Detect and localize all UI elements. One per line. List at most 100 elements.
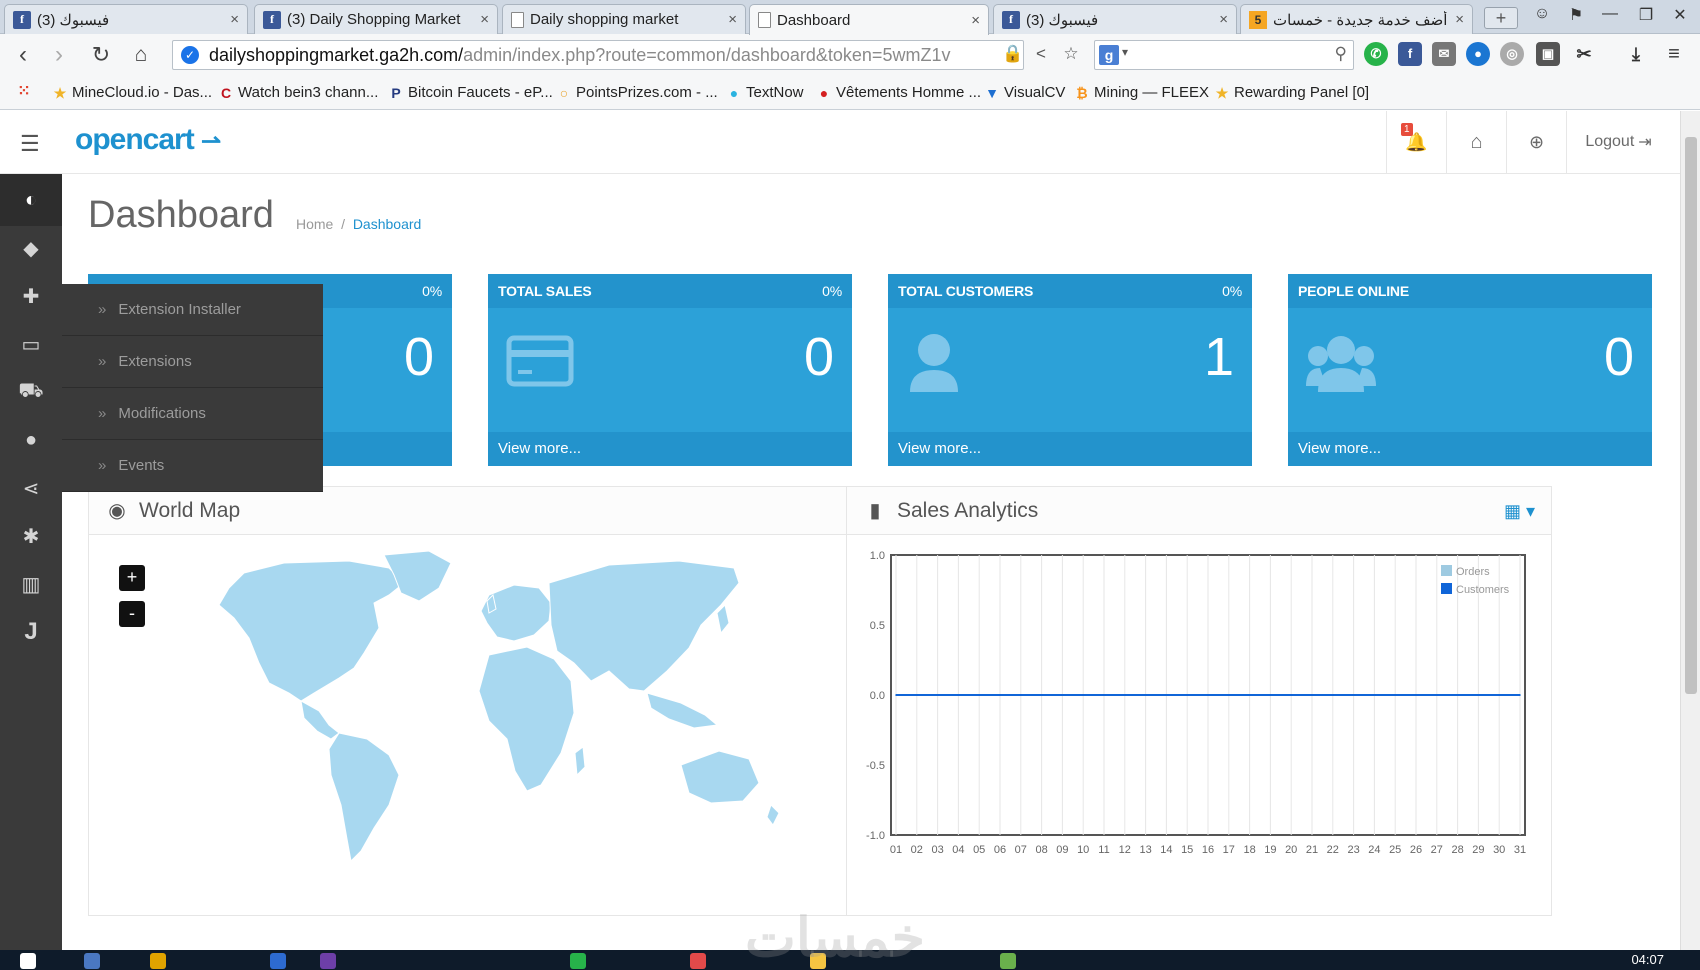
android-icon[interactable]: ▣ (1536, 42, 1560, 66)
profile-icon[interactable]: ☺ (1528, 5, 1556, 23)
bookmark-star-icon[interactable]: ☆ (1060, 44, 1082, 66)
extension-pin-icon[interactable]: ⚑ (1562, 5, 1590, 25)
breadcrumb-current[interactable]: Dashboard (353, 216, 422, 232)
browser-tab[interactable]: f (3) Daily Shopping Market × (254, 4, 498, 34)
facebook-extension-icon[interactable]: f (1398, 42, 1422, 66)
tab-close-icon[interactable]: × (480, 11, 489, 28)
bookmark-item[interactable]: ▼ VisualCV (984, 84, 1065, 101)
download-icon[interactable]: ⤓ (1624, 42, 1648, 66)
map-zoom-out-button[interactable]: - (119, 601, 145, 627)
back-arrow-icon[interactable]: ‹ (8, 40, 38, 70)
x-tick-label: 23 (1347, 844, 1359, 856)
bookmark-item[interactable]: ₿ Mining — FLEEX (1074, 84, 1209, 101)
address-bar[interactable]: ✓ dailyshoppingmarket.ga2h.com/admin/ind… (172, 40, 1024, 70)
browser-tab[interactable]: Dashboard × (749, 4, 989, 35)
bookmark-item[interactable]: P Bitcoin Faucets - eP... (388, 84, 552, 101)
sidebar-item-puzzle[interactable]: ✚ (0, 270, 62, 322)
x-tick-label: 09 (1056, 844, 1068, 856)
sidebar-item-user[interactable]: ● (0, 414, 62, 466)
opencart-logo[interactable]: opencart ⇀ (75, 123, 221, 157)
start-icon[interactable] (20, 953, 36, 969)
home-icon[interactable]: ⌂ (126, 40, 156, 70)
sidebar-item-dashboard[interactable]: ◐ (0, 174, 62, 226)
browser-tab[interactable]: 5 أضف خدمة جديدة - خمسات × (1240, 4, 1473, 34)
store-home-button[interactable]: ⌂ (1446, 111, 1506, 173)
scrollbar-thumb[interactable] (1685, 137, 1697, 694)
star-icon: ★ (53, 84, 67, 101)
tab-close-icon[interactable]: × (1219, 11, 1228, 28)
breadcrumb-home[interactable]: Home (296, 216, 333, 232)
app-icon-4[interactable] (320, 953, 336, 969)
tab-close-icon[interactable]: × (1455, 11, 1464, 28)
forward-arrow-icon[interactable]: › (44, 40, 74, 70)
cart-icon: ⛟ (18, 379, 44, 402)
circle-ext-icon[interactable]: ◎ (1500, 42, 1524, 66)
lock-icon[interactable]: 🔒 (1002, 44, 1024, 66)
minimize-button[interactable]: — (1596, 5, 1624, 23)
flyout-item[interactable]: » Events (62, 440, 323, 492)
bookmark-item[interactable]: ○ PointsPrizes.com - ... (556, 84, 718, 101)
apps-icon[interactable]: ⁙ (16, 84, 36, 100)
tile-view-more-link[interactable]: View more... (888, 432, 1252, 466)
sidebar-item-tags[interactable]: ◆ (0, 222, 62, 274)
tile-view-more-link[interactable]: View more... (488, 432, 852, 466)
menu-icon[interactable]: ≡ (1662, 42, 1686, 66)
mail-icon[interactable]: ✉ (1432, 42, 1456, 66)
sidebar-item-cart[interactable]: ⛟ (0, 366, 62, 418)
world-map[interactable] (189, 543, 809, 873)
sidebar-item-j[interactable]: J (0, 606, 62, 658)
tab-close-icon[interactable]: × (230, 11, 239, 28)
calendar-dropdown-icon[interactable]: ▦ ▾ (1504, 487, 1535, 535)
scissors-icon[interactable]: ✂ (1572, 42, 1596, 66)
x-tick-label: 05 (973, 844, 985, 856)
bookmark-item[interactable]: ★ MineCloud.io - Das... (52, 84, 212, 101)
notifications-button[interactable]: 1 🔔 (1386, 111, 1446, 173)
search-box[interactable]: g ▾ ⚲ (1094, 40, 1354, 70)
sidebar-item-bar-chart[interactable]: ▥ (0, 558, 62, 610)
data-point (978, 694, 980, 696)
bookmark-item[interactable]: ● TextNow (726, 84, 804, 101)
logout-button[interactable]: Logout ⇥ (1566, 111, 1670, 173)
app-icon-1[interactable] (84, 953, 100, 969)
browser-tab[interactable]: Daily shopping market × (502, 4, 746, 34)
browser-tab[interactable]: f (3) فيسبوك × (4, 4, 248, 34)
tile-view-more-link[interactable]: View more... (1288, 432, 1652, 466)
flyout-item[interactable]: » Extensions (62, 336, 323, 388)
app-icon-2[interactable] (150, 953, 166, 969)
share-icon[interactable]: < (1030, 44, 1052, 66)
sidebar-item-desktop[interactable]: ▭ (0, 318, 62, 370)
close-window-button[interactable]: ✕ (1666, 5, 1694, 25)
whatsapp-icon[interactable]: ✆ (1364, 42, 1388, 66)
bookmark-label: Watch bein3 chann... (238, 84, 379, 101)
tags-icon: ◆ (23, 237, 39, 260)
user-ext-icon[interactable]: ● (1466, 42, 1490, 66)
app-icon-3[interactable] (270, 953, 286, 969)
bookmark-item[interactable]: C Watch bein3 chann... (218, 84, 378, 101)
world-map-header: ◉ World Map (89, 487, 851, 535)
map-zoom-in-button[interactable]: + (119, 565, 145, 591)
flyout-item[interactable]: » Modifications (62, 388, 323, 440)
bookmark-item[interactable]: ● Vêtements Homme ... (816, 84, 981, 101)
app-icon-7[interactable] (1000, 953, 1016, 969)
browser-tab[interactable]: f (3) فيسبوك × (993, 4, 1237, 34)
data-point (1248, 694, 1251, 696)
sidebar-item-cog[interactable]: ✱ (0, 510, 62, 562)
bookmark-item[interactable]: ★ Rewarding Panel [0] (1214, 84, 1369, 101)
bookmark-label: Vêtements Homme ... (836, 84, 982, 101)
help-button[interactable]: ⊕ (1506, 111, 1566, 173)
app-icon-6[interactable] (690, 953, 706, 969)
tab-close-icon[interactable]: × (971, 12, 980, 29)
reload-icon[interactable]: ↻ (86, 40, 116, 70)
page-scrollbar[interactable] (1680, 111, 1700, 950)
menu-toggle-icon[interactable]: ☰ (20, 131, 40, 157)
map-south-america (328, 732, 400, 863)
new-tab-button[interactable]: + (1484, 7, 1518, 29)
restore-button[interactable]: ❐ (1632, 5, 1660, 25)
flyout-item[interactable]: » Extension Installer (62, 284, 323, 336)
app-icon-5[interactable] (570, 953, 586, 969)
x-tick-label: 13 (1139, 844, 1151, 856)
legend-swatch (1441, 583, 1452, 594)
sidebar-item-share[interactable]: ⋖ (0, 462, 62, 514)
tab-close-icon[interactable]: × (728, 11, 737, 28)
facebook-icon: f (263, 10, 281, 29)
